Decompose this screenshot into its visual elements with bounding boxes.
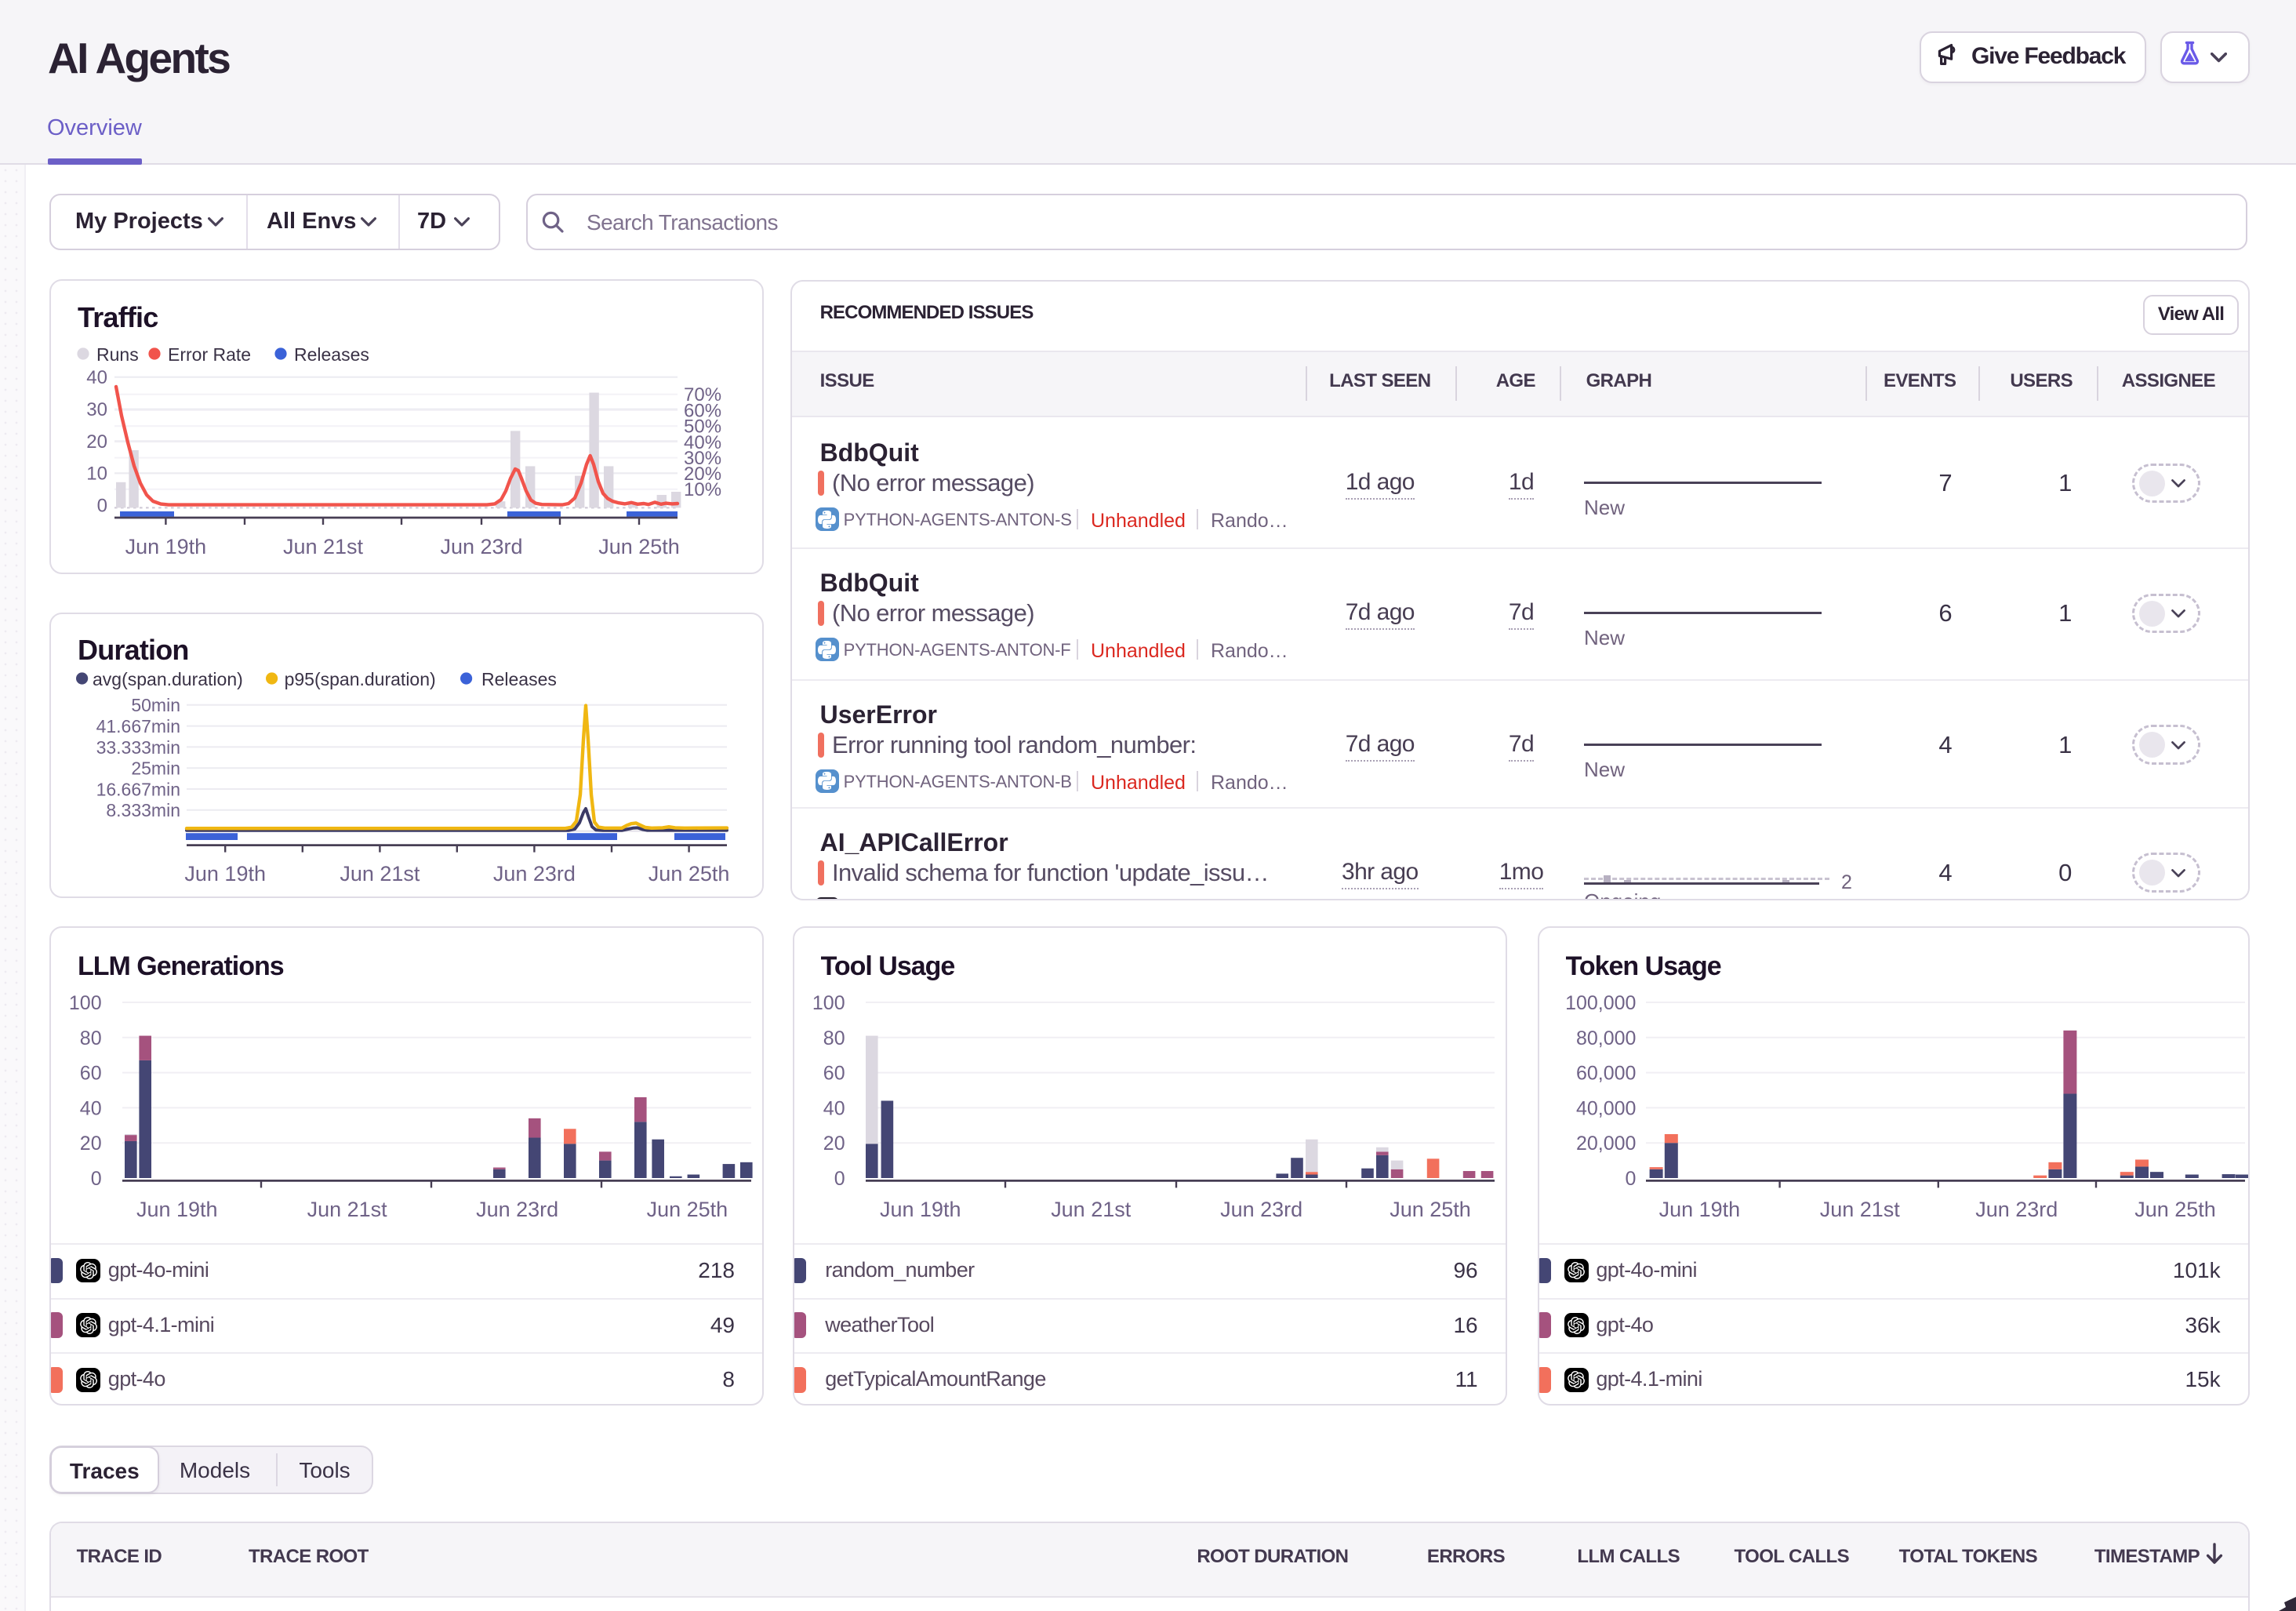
svg-text:60: 60 (80, 1063, 102, 1085)
svg-text:80: 80 (80, 1027, 102, 1049)
svg-text:40: 40 (80, 1097, 102, 1119)
svg-text:Jun 19th: Jun 19th (136, 1198, 218, 1221)
svg-text:Jun 21st: Jun 21st (340, 862, 420, 886)
svg-text:Error Rate: Error Rate (168, 344, 251, 365)
svg-text:0: 0 (834, 1168, 845, 1190)
svg-text:80,000: 80,000 (1576, 1027, 1636, 1049)
svg-text:Releases: Releases (294, 344, 369, 365)
svg-text:Jun 21st: Jun 21st (283, 535, 364, 558)
svg-text:Jun 23rd: Jun 23rd (476, 1198, 558, 1221)
svg-text:100: 100 (69, 992, 102, 1014)
svg-text:Jun 19th: Jun 19th (125, 535, 207, 558)
svg-text:Jun 25th: Jun 25th (598, 535, 680, 558)
svg-text:Jun 23rd: Jun 23rd (1975, 1198, 2058, 1221)
svg-text:33.333min: 33.333min (96, 737, 180, 758)
svg-text:Jun 19th: Jun 19th (880, 1198, 961, 1221)
svg-text:Jun 19th: Jun 19th (184, 862, 266, 886)
svg-text:Jun 19th: Jun 19th (1658, 1198, 1740, 1221)
svg-text:0: 0 (91, 1168, 102, 1190)
svg-text:Jun 23rd: Jun 23rd (440, 535, 522, 558)
svg-text:20: 20 (86, 431, 107, 453)
svg-text:Jun 21st: Jun 21st (307, 1198, 388, 1221)
svg-text:50min: 50min (131, 695, 180, 715)
svg-text:Jun 25th: Jun 25th (647, 1198, 728, 1221)
svg-text:avg(span.duration): avg(span.duration) (93, 669, 243, 689)
svg-text:20: 20 (823, 1133, 845, 1155)
svg-text:41.667min: 41.667min (96, 716, 180, 736)
svg-text:20,000: 20,000 (1576, 1133, 1636, 1155)
svg-text:Jun 25th: Jun 25th (2134, 1198, 2216, 1221)
svg-text:10: 10 (86, 464, 107, 485)
svg-text:20: 20 (80, 1133, 102, 1155)
svg-text:100: 100 (812, 992, 845, 1014)
svg-text:30: 30 (86, 399, 107, 420)
svg-text:25min: 25min (131, 758, 180, 779)
svg-text:Jun 23rd: Jun 23rd (1220, 1198, 1302, 1221)
svg-text:0: 0 (1625, 1168, 1636, 1190)
svg-text:Jun 21st: Jun 21st (1051, 1198, 1132, 1221)
svg-text:Releases: Releases (481, 669, 557, 689)
svg-text:70%: 70% (684, 384, 721, 405)
svg-text:40: 40 (86, 367, 107, 388)
svg-text:8.333min: 8.333min (106, 800, 180, 820)
svg-text:p95(span.duration): p95(span.duration) (285, 669, 436, 689)
svg-text:60: 60 (823, 1063, 845, 1085)
svg-text:Runs: Runs (96, 344, 139, 365)
svg-text:60,000: 60,000 (1576, 1063, 1636, 1085)
svg-text:80: 80 (823, 1027, 845, 1049)
svg-text:Jun 23rd: Jun 23rd (493, 862, 576, 886)
svg-text:40,000: 40,000 (1576, 1097, 1636, 1119)
svg-text:Jun 21st: Jun 21st (1819, 1198, 1900, 1221)
svg-text:Jun 25th: Jun 25th (1390, 1198, 1471, 1221)
svg-text:16.667min: 16.667min (96, 779, 180, 799)
svg-text:0: 0 (97, 495, 107, 516)
svg-text:100,000: 100,000 (1565, 992, 1636, 1014)
svg-text:40: 40 (823, 1097, 845, 1119)
svg-text:Jun 25th: Jun 25th (648, 862, 730, 886)
